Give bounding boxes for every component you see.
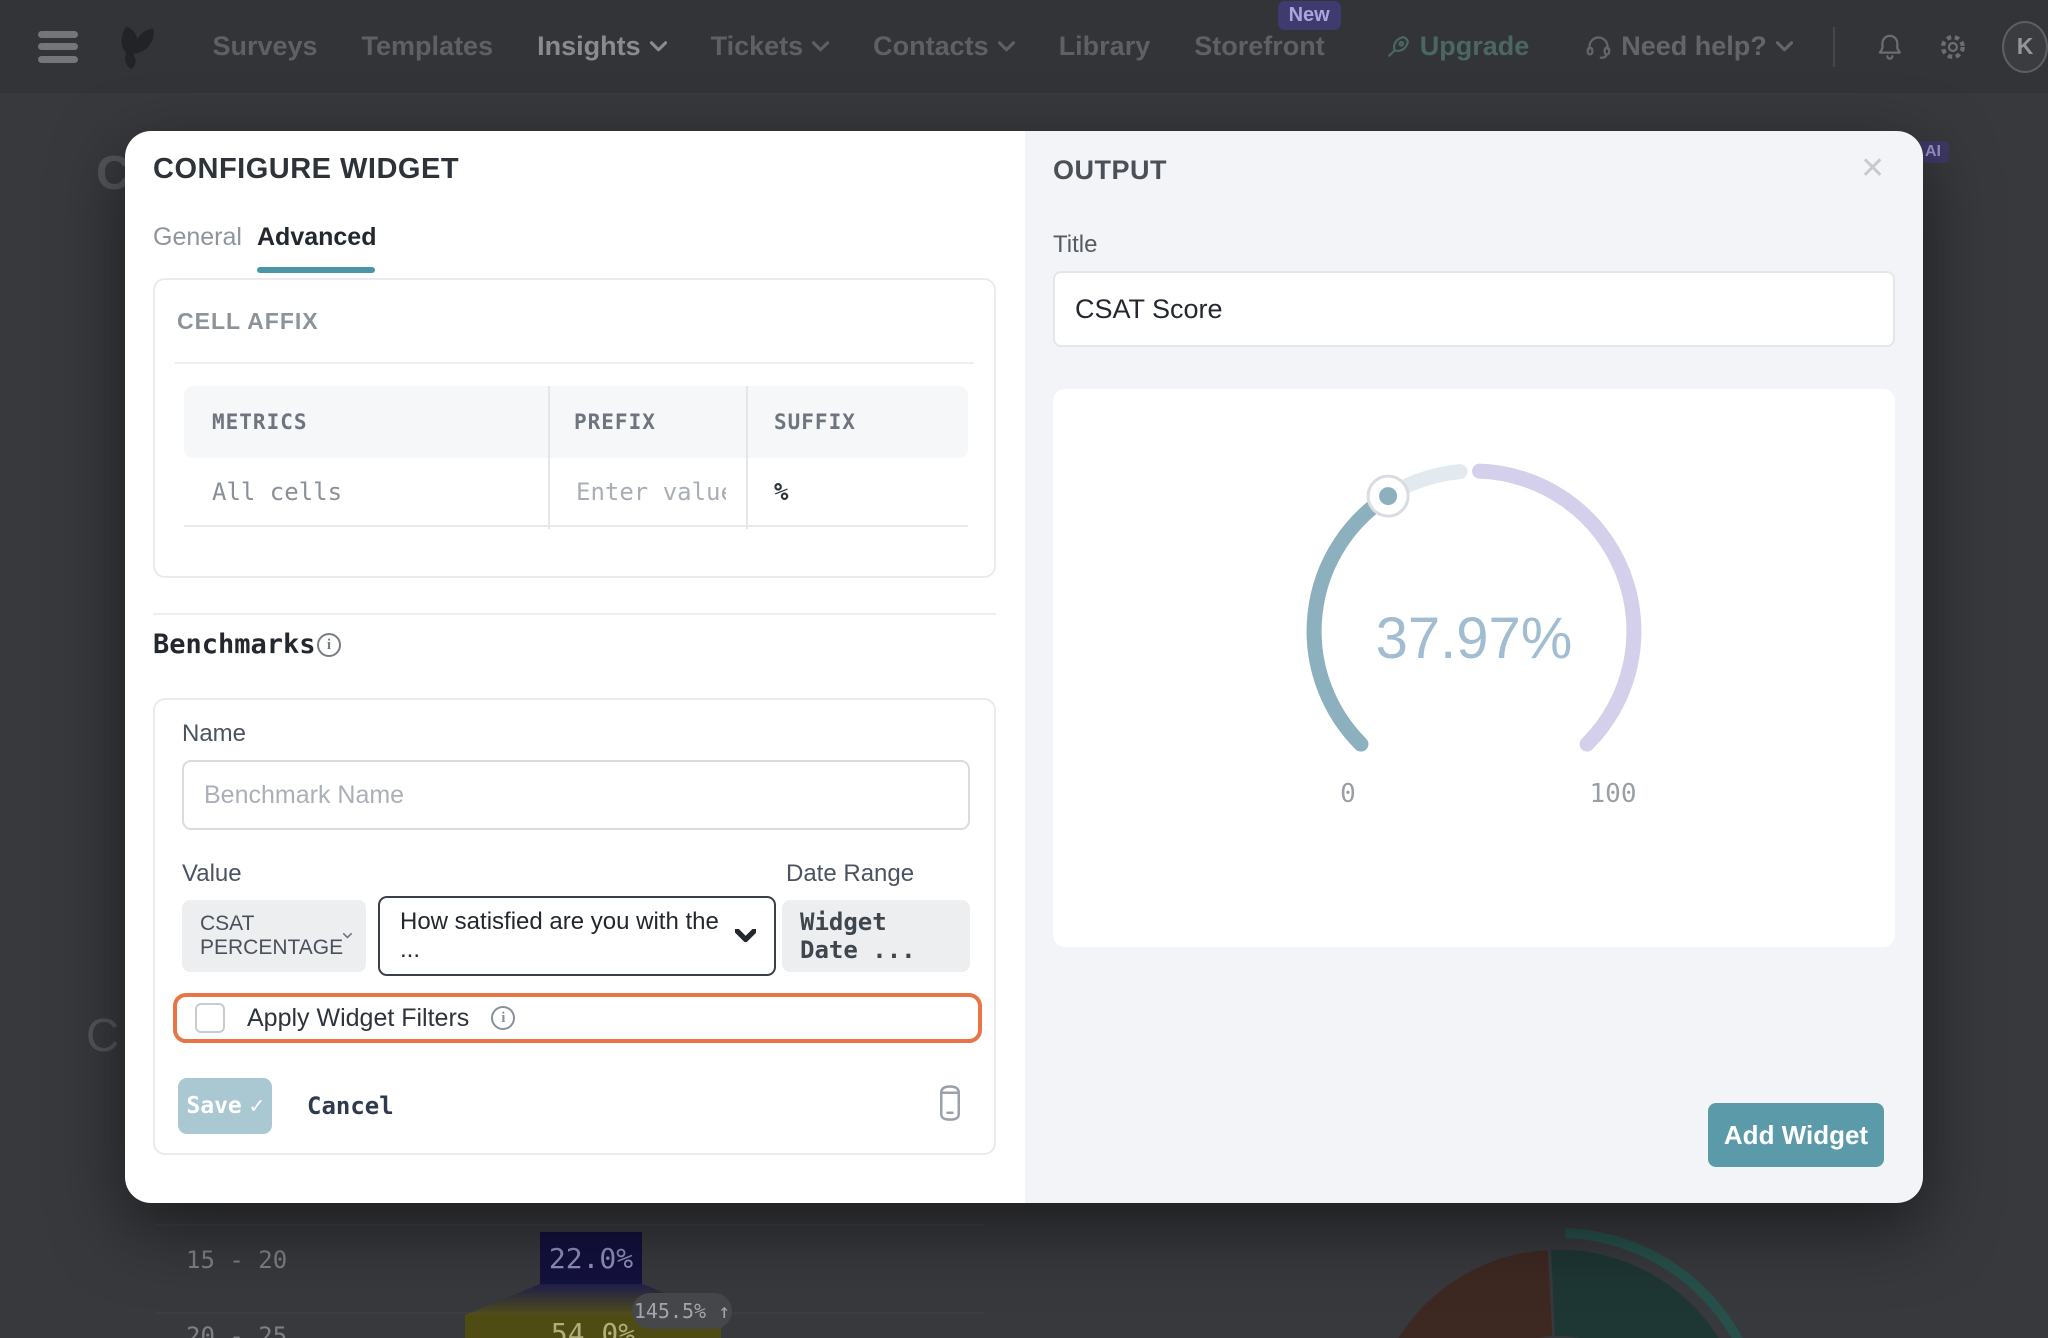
- rocket-icon: [1385, 34, 1411, 60]
- active-tab-underline: [257, 267, 375, 273]
- gauge-preview-card: 37.97% 0 100: [1053, 389, 1895, 947]
- date-range-label: Date Range: [786, 860, 914, 888]
- chevron-down-icon: [650, 41, 667, 53]
- cancel-button[interactable]: Cancel: [307, 1092, 394, 1120]
- value-metric-select[interactable]: CSAT PERCENTAGE: [182, 900, 366, 972]
- apply-widget-filters-label: Apply Widget Filters: [247, 1004, 469, 1033]
- apply-widget-filters-checkbox[interactable]: [195, 1003, 225, 1033]
- name-label: Name: [182, 720, 246, 748]
- delete-trash-icon[interactable]: [935, 1084, 965, 1122]
- column-header-suffix: SUFFIX: [746, 410, 946, 434]
- column-separator: [548, 386, 550, 529]
- gauge-value: 37.97%: [1053, 605, 1895, 672]
- funnel-row-label: 15 - 20: [186, 1246, 287, 1274]
- apply-widget-filters-highlight: Apply Widget Filters i: [173, 993, 982, 1043]
- nav-item-surveys[interactable]: Surveys: [212, 31, 317, 62]
- nav-item-storefront[interactable]: Storefront: [1194, 31, 1325, 62]
- save-button[interactable]: Save✓: [178, 1078, 272, 1134]
- divider: [153, 613, 996, 615]
- chevron-down-icon: [343, 930, 352, 942]
- info-icon[interactable]: i: [317, 633, 341, 657]
- headset-icon: [1585, 33, 1612, 60]
- add-widget-button[interactable]: Add Widget: [1708, 1103, 1884, 1167]
- info-icon[interactable]: i: [491, 1006, 515, 1030]
- configure-panel: CONFIGURE WIDGET General Advanced CELL A…: [125, 131, 1025, 1203]
- chevron-down-icon: [1776, 41, 1793, 53]
- cell-affix-card: CELL AFFIX METRICS PREFIX SUFFIX All cel…: [153, 278, 996, 578]
- benchmark-name-input[interactable]: [182, 760, 970, 830]
- nav-item-tickets[interactable]: Tickets: [711, 31, 830, 62]
- nav-item-templates[interactable]: Templates: [362, 31, 494, 62]
- configure-widget-modal: CONFIGURE WIDGET General Advanced CELL A…: [125, 131, 1923, 1203]
- column-header-metrics: METRICS: [184, 410, 548, 434]
- funnel-row-label: 20 - 25: [186, 1322, 287, 1338]
- nav-item-contacts[interactable]: Contacts: [873, 31, 1015, 62]
- chevron-down-icon: [998, 41, 1015, 53]
- gauge-min-label: 0: [1313, 779, 1383, 809]
- funnel-bar-value: 22.0%: [540, 1242, 642, 1275]
- cell-affix-title: CELL AFFIX: [177, 308, 319, 335]
- chevron-down-icon: [735, 929, 756, 943]
- app-logo-leaf-icon[interactable]: [106, 16, 160, 78]
- nav-divider: [1833, 27, 1835, 67]
- metric-cell: All cells: [184, 478, 548, 506]
- tab-advanced[interactable]: Advanced: [257, 223, 376, 252]
- output-title: OUTPUT: [1053, 155, 1167, 186]
- app-screen: Surveys Templates Insights Tickets Conta…: [0, 0, 2048, 1338]
- benchmark-form-card: Name Value Date Range CSAT PERCENTAGE Ho…: [153, 698, 996, 1155]
- question-select[interactable]: How satisfied are you with the ...: [378, 896, 776, 976]
- check-icon: ✓: [250, 1093, 264, 1119]
- notifications-bell-icon[interactable]: [1875, 30, 1905, 64]
- table-row: All cells %: [184, 458, 968, 527]
- top-navbar: Surveys Templates Insights Tickets Conta…: [0, 0, 2048, 93]
- hamburger-menu-icon[interactable]: [38, 31, 78, 63]
- funnel-change-badge: 145.5% ↑: [632, 1293, 732, 1329]
- user-avatar[interactable]: K: [2002, 21, 2048, 73]
- upgrade-button[interactable]: Upgrade: [1385, 31, 1530, 62]
- column-header-prefix: PREFIX: [548, 410, 746, 434]
- nav-item-insights[interactable]: Insights: [537, 31, 667, 62]
- settings-gear-icon[interactable]: [1938, 30, 1968, 64]
- widget-title-label: Title: [1053, 231, 1097, 259]
- table-header-row: METRICS PREFIX SUFFIX: [184, 386, 968, 458]
- benchmarks-title: Benchmarks: [153, 629, 316, 660]
- need-help-menu[interactable]: Need help?: [1585, 31, 1793, 62]
- widget-title-input[interactable]: [1053, 271, 1895, 347]
- date-range-select[interactable]: Widget Date ...: [782, 900, 970, 972]
- cell-affix-table: METRICS PREFIX SUFFIX All cells %: [184, 386, 968, 529]
- new-badge: New: [1278, 1, 1341, 30]
- prefix-input[interactable]: [574, 477, 728, 507]
- chevron-down-icon: [812, 41, 829, 53]
- column-separator: [746, 386, 748, 529]
- suffix-cell[interactable]: %: [746, 478, 946, 506]
- tab-general[interactable]: General: [153, 223, 242, 252]
- value-label: Value: [182, 860, 242, 888]
- modal-title: CONFIGURE WIDGET: [153, 153, 459, 186]
- gauge-max-label: 100: [1573, 779, 1653, 809]
- nav-item-library[interactable]: Library: [1059, 31, 1151, 62]
- close-icon[interactable]: ✕: [1860, 151, 1885, 186]
- divider: [175, 362, 974, 364]
